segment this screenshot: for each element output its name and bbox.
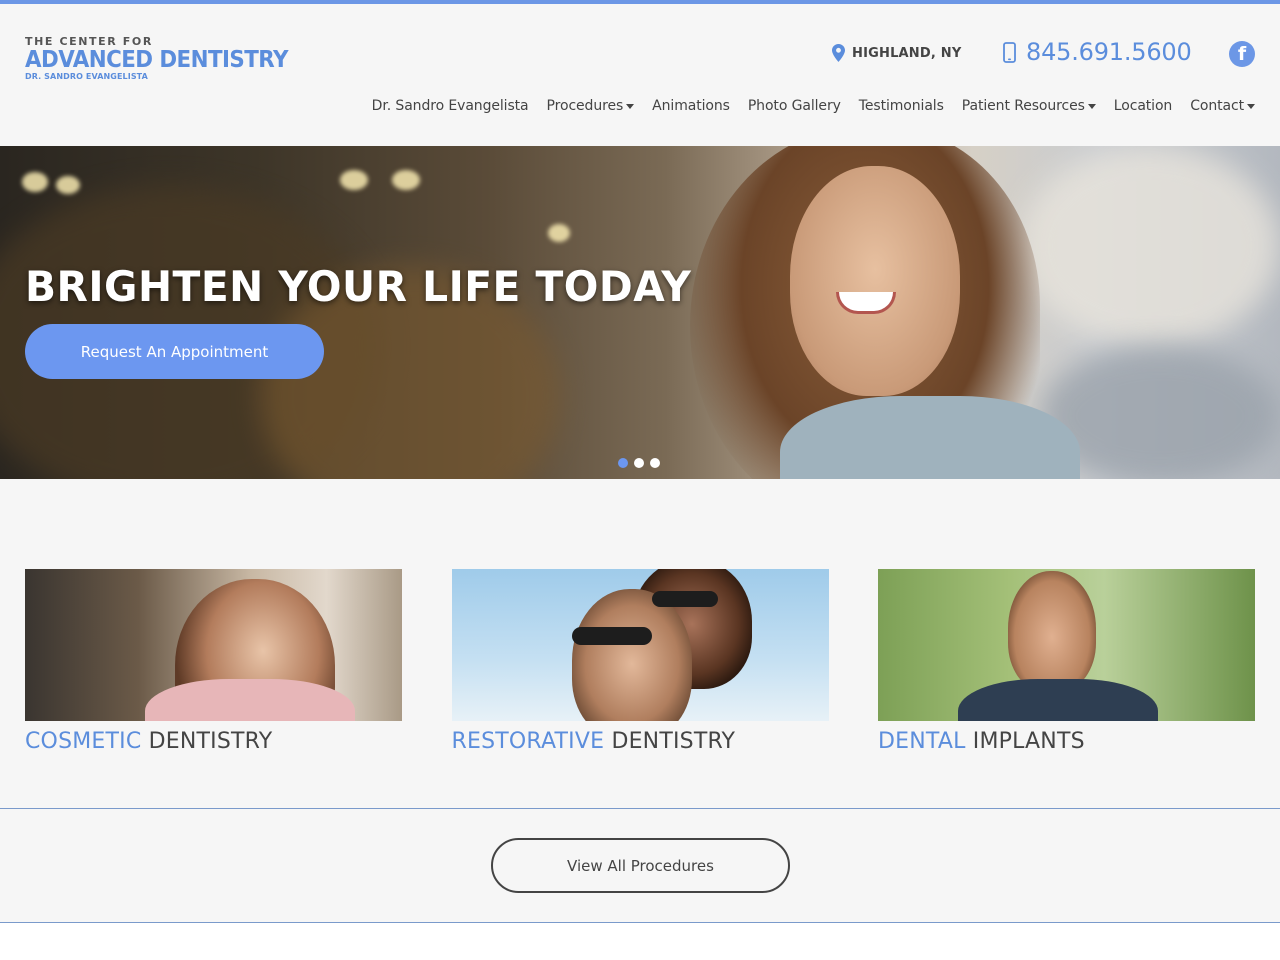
hero-shirt-shape <box>780 396 1080 479</box>
nav-item-label: Contact <box>1190 98 1244 114</box>
nav-item-label: Animations <box>652 98 730 114</box>
nav-item-location[interactable]: Location <box>1096 98 1173 114</box>
site-header: THE CENTER FOR ADVANCED DENTISTRY DR. SA… <box>0 4 1280 146</box>
card-title: COSMETIC DENTISTRY <box>25 729 402 754</box>
section-divider <box>0 808 1280 809</box>
nav-item-label: Patient Resources <box>961 98 1085 114</box>
slider-dot[interactable] <box>618 458 628 468</box>
card-person-shape <box>1008 571 1096 691</box>
mobile-phone-icon <box>1003 41 1016 63</box>
card-title-accent: DENTAL <box>878 729 966 754</box>
nav-item-contact[interactable]: Contact <box>1172 98 1255 114</box>
hero-slider: BRIGHTEN YOUR LIFE TODAY Request An Appo… <box>0 146 1280 479</box>
card-title: DENTAL IMPLANTS <box>878 729 1255 754</box>
card-title-accent: COSMETIC <box>25 729 142 754</box>
card-person-shape <box>145 679 355 721</box>
card-cosmetic-dentistry[interactable]: COSMETIC DENTISTRY <box>25 569 402 754</box>
facebook-glyph: f <box>1237 43 1247 65</box>
nav-item-label: Procedures <box>546 98 624 114</box>
map-pin-icon <box>832 44 845 62</box>
card-person-shape <box>958 679 1158 721</box>
request-appointment-button[interactable]: Request An Appointment <box>25 324 324 379</box>
hero-headline: BRIGHTEN YOUR LIFE TODAY <box>25 262 692 311</box>
nav-item-label: Testimonials <box>858 98 944 114</box>
site-logo[interactable]: THE CENTER FOR ADVANCED DENTISTRY DR. SA… <box>25 36 308 81</box>
card-title-rest: DENTISTRY <box>148 729 273 754</box>
nav-item-patient-resources[interactable]: Patient Resources <box>944 98 1096 114</box>
nav-item-label: Location <box>1113 98 1173 114</box>
hero-bokeh-light <box>22 172 48 192</box>
nav-item-testimonials[interactable]: Testimonials <box>841 98 944 114</box>
slider-dots <box>618 458 660 468</box>
nav-item-dr-sandro-evangelista[interactable]: Dr. Sandro Evangelista <box>354 98 529 114</box>
card-person-shape <box>571 627 652 645</box>
location-text: HIGHLAND, NY <box>852 45 962 61</box>
card-title-accent: RESTORATIVE <box>451 729 605 754</box>
slider-dot[interactable] <box>650 458 660 468</box>
card-dental-implants[interactable]: DENTAL IMPLANTS <box>878 569 1255 754</box>
hero-background-blur <box>1020 146 1280 346</box>
procedure-cards: COSMETIC DENTISTRY RESTORATIVE DENTISTRY… <box>25 569 1255 754</box>
hero-bokeh-light <box>56 176 80 194</box>
card-image <box>25 569 402 721</box>
card-title: RESTORATIVE DENTISTRY <box>452 729 829 754</box>
card-image <box>451 569 829 721</box>
nav-item-label: Photo Gallery <box>747 98 841 114</box>
facebook-icon[interactable]: f <box>1229 41 1255 67</box>
caret-down-icon <box>626 104 635 109</box>
card-person-shape <box>651 591 718 607</box>
logo-line-1: THE CENTER FOR <box>25 35 153 48</box>
view-all-procedures-button[interactable]: View All Procedures <box>491 838 790 893</box>
phone-number: 845.691.5600 <box>1026 38 1192 66</box>
location-link[interactable]: HIGHLAND, NY <box>832 44 961 62</box>
nav-item-procedures[interactable]: Procedures <box>529 98 635 114</box>
next-section <box>0 923 1280 960</box>
card-restorative-dentistry[interactable]: RESTORATIVE DENTISTRY <box>451 569 829 754</box>
nav-item-label: Dr. Sandro Evangelista <box>371 98 529 114</box>
caret-down-icon <box>1247 104 1255 109</box>
card-title-rest: IMPLANTS <box>972 729 1085 754</box>
phone-link[interactable]: 845.691.5600 <box>1003 38 1192 66</box>
main-nav: Dr. Sandro Evangelista Procedures Animat… <box>354 98 1255 114</box>
logo-line-3: DR. SANDRO EVANGELISTA <box>25 72 148 81</box>
hero-bokeh-light <box>392 170 420 190</box>
hero-face-shape <box>790 166 960 396</box>
hero-bokeh-light <box>340 170 368 190</box>
card-person-shape <box>571 589 692 721</box>
hero-bokeh-light <box>548 224 570 242</box>
nav-item-animations[interactable]: Animations <box>634 98 730 114</box>
card-title-rest: DENTISTRY <box>611 729 736 754</box>
caret-down-icon <box>1087 104 1096 109</box>
logo-line-2: ADVANCED DENTISTRY <box>25 47 289 73</box>
slider-dot[interactable] <box>634 458 644 468</box>
card-image <box>878 569 1255 721</box>
nav-item-photo-gallery[interactable]: Photo Gallery <box>730 98 841 114</box>
